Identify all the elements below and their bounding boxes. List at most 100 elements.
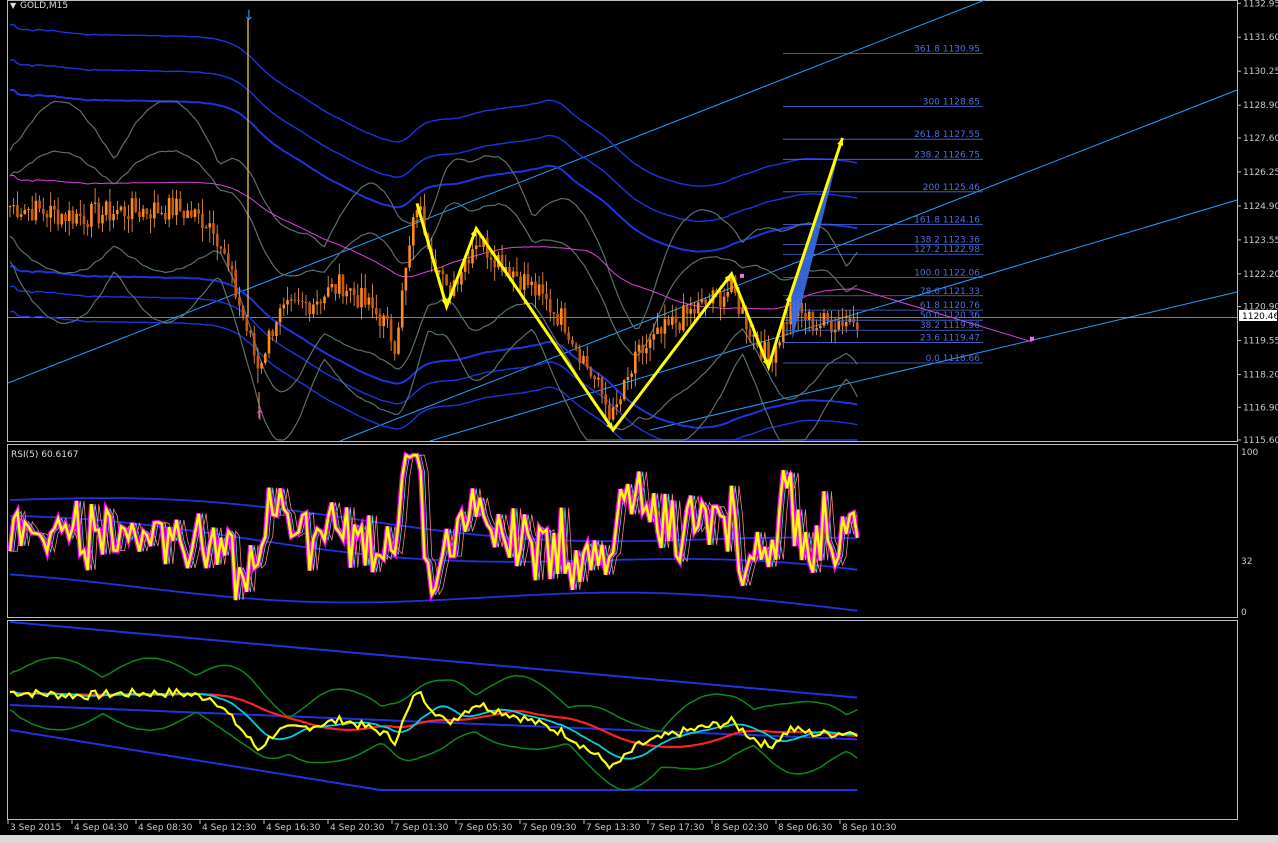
- candle-body: [778, 342, 781, 346]
- candle-body: [523, 274, 526, 290]
- candle-body: [101, 214, 104, 224]
- candle-body: [597, 377, 600, 380]
- candle-body: [767, 341, 770, 360]
- candle-body: [27, 208, 30, 210]
- x-tick-label: 4 Sep 20:30: [330, 823, 385, 833]
- candle-body: [201, 213, 204, 229]
- candle-body: [341, 274, 345, 297]
- candle-body: [19, 214, 23, 217]
- rsi-y-tick-label: 32: [1241, 557, 1252, 567]
- down-arrow-icon: ↓: [243, 8, 255, 24]
- candle-body: [249, 330, 252, 334]
- candle-body: [600, 377, 604, 395]
- x-tick-label: 3 Sep 2015: [10, 823, 61, 833]
- candle-body: [567, 332, 570, 340]
- fib-level-label: 127.2 1122.98: [914, 245, 980, 255]
- candle-body: [141, 208, 145, 217]
- candle-body: [637, 344, 641, 352]
- candle-body: [408, 245, 411, 268]
- candle-body: [256, 355, 260, 369]
- candle-body: [367, 297, 371, 305]
- candle-body: [726, 291, 730, 297]
- candle-body: [552, 312, 556, 314]
- candle-body: [334, 284, 337, 294]
- candle-body: [278, 308, 282, 323]
- candle-body: [582, 355, 585, 363]
- candle-body: [574, 344, 578, 349]
- candle-body: [719, 292, 722, 307]
- candle-body: [264, 353, 267, 363]
- candle-body: [589, 367, 593, 377]
- candle-body: [445, 274, 448, 286]
- fib-level-label: 238.2 1126.75: [914, 150, 980, 160]
- candle-body: [297, 299, 300, 301]
- candle-body: [8, 206, 12, 208]
- candle-body: [145, 208, 149, 215]
- candle-body: [819, 325, 822, 329]
- candle-body: [748, 329, 752, 337]
- candle-body: [493, 260, 496, 268]
- current-price-label: 1120.46: [1242, 312, 1278, 322]
- candle-body: [193, 209, 197, 217]
- candle-body: [841, 321, 844, 327]
- candle-body: [578, 348, 582, 363]
- candle-body: [363, 287, 367, 305]
- candle-body: [349, 288, 352, 291]
- candle-body: [227, 253, 230, 266]
- candle-body: [593, 376, 596, 380]
- rsi-label: RSI(5) 60.6167: [11, 450, 78, 460]
- candle-body: [67, 210, 71, 222]
- candle-body: [230, 265, 234, 270]
- symbol-dropdown-icon[interactable]: ▼: [10, 1, 17, 10]
- candle-body: [560, 308, 563, 325]
- candle-body: [822, 313, 826, 326]
- candle-body: [223, 248, 226, 254]
- trading-terminal-chart[interactable]: ↓ ↑ 361.8 1130.95 300 1128.85 261.8 1127.55 2…: [0, 0, 1278, 843]
- candle-body: [312, 304, 315, 315]
- candle-body: [837, 321, 841, 330]
- fib-level-label: 138.2 1123.36: [914, 236, 980, 246]
- x-tick-label: 7 Sep 01:30: [394, 823, 449, 833]
- x-tick-label: 8 Sep 10:30: [842, 823, 897, 833]
- candle-body: [671, 316, 674, 325]
- fib-level-label: 23.6 1119.47: [920, 334, 980, 344]
- candle-body: [604, 394, 607, 405]
- candle-body: [489, 257, 493, 261]
- candle-body: [186, 210, 189, 219]
- candle-body: [356, 295, 360, 308]
- ma-marker: [740, 273, 744, 278]
- candle-body: [286, 300, 289, 305]
- candle-body: [474, 245, 478, 250]
- candle-body: [375, 307, 378, 315]
- candle-body: [478, 245, 482, 247]
- candle-body: [630, 373, 633, 377]
- candle-body: [175, 198, 178, 216]
- candle-body: [134, 198, 138, 212]
- candle-body: [815, 328, 818, 331]
- candle-body: [674, 316, 678, 324]
- candle-body: [130, 198, 134, 219]
- candle-body: [86, 224, 89, 227]
- x-tick-label: 4 Sep 12:30: [202, 823, 257, 833]
- rsi-y-tick-label: 0: [1241, 608, 1247, 618]
- candle-body: [530, 281, 533, 286]
- candle-body: [71, 210, 75, 224]
- candle-body: [571, 339, 574, 345]
- candle-body: [197, 209, 200, 214]
- candle-body: [260, 362, 263, 369]
- fib-level-label: 61.8 1120.76: [920, 301, 980, 311]
- y-tick-label: 1123.55: [1243, 236, 1278, 246]
- candle-body: [215, 233, 219, 247]
- candle-body: [90, 203, 93, 227]
- fib-level-label: 200 1125.46: [923, 183, 981, 193]
- candle-body: [382, 315, 385, 327]
- candle-body: [441, 270, 445, 275]
- candle-body: [534, 281, 537, 296]
- candle-body: [556, 313, 559, 325]
- candle-body: [360, 287, 363, 308]
- candle-body: [167, 198, 171, 220]
- candle-body: [826, 313, 829, 321]
- tab-strip[interactable]: [0, 835, 1278, 843]
- candle-body: [467, 259, 471, 264]
- candle-body: [659, 327, 663, 334]
